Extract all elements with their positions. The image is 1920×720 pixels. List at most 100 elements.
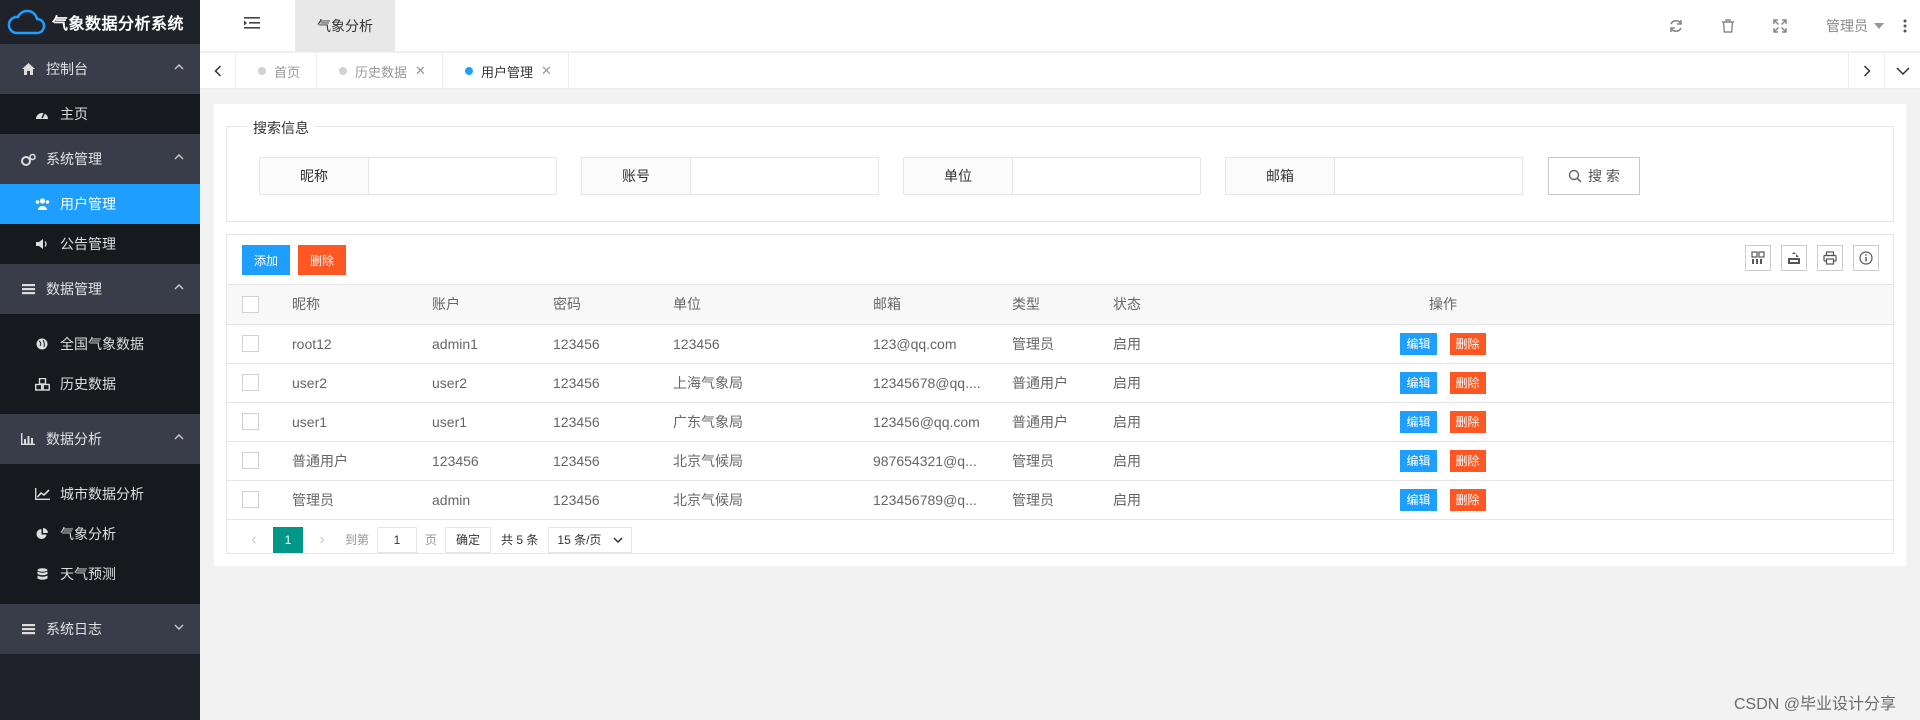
fullscreen-icon[interactable] (1754, 0, 1806, 52)
close-icon[interactable]: ✕ (415, 63, 426, 79)
refresh-icon[interactable] (1650, 0, 1702, 52)
cell-account: admin (432, 480, 553, 520)
row-checkbox[interactable] (242, 374, 259, 392)
tabs-scroll-right-icon[interactable] (1848, 53, 1884, 89)
table-row: user1 user1 123456 广东气象局 123456@qq.com 普… (227, 402, 1893, 442)
sidebar-group-logs[interactable]: 系统日志 (0, 604, 200, 654)
print-icon[interactable] (1817, 245, 1843, 271)
tab-dot (258, 67, 266, 75)
edit-button[interactable]: 编辑 (1400, 371, 1437, 394)
sidebar-item-label: 历史数据 (60, 376, 116, 392)
email-input[interactable] (1335, 157, 1523, 195)
export-icon[interactable] (1781, 245, 1807, 271)
goto-confirm-button[interactable]: 确定 (445, 526, 492, 553)
page-unit-label: 页 (425, 533, 438, 547)
col-header-unit[interactable]: 单位 (673, 285, 873, 325)
menu-toggle-icon[interactable] (244, 16, 260, 30)
row-checkbox[interactable] (242, 335, 259, 353)
page-tab-users[interactable]: 用户管理 ✕ (443, 53, 569, 89)
edit-button[interactable]: 编辑 (1400, 449, 1437, 472)
sidebar-group-console[interactable]: 控制台 (0, 44, 200, 94)
col-header-email[interactable]: 邮箱 (873, 285, 1012, 325)
row-checkbox[interactable] (242, 413, 259, 431)
header-actions: 管理员 (1650, 0, 1920, 52)
tabs-scroll-left-icon[interactable] (200, 53, 236, 89)
current-page[interactable]: 1 (273, 526, 303, 553)
logo[interactable]: 气象数据分析系统 (0, 0, 200, 44)
delete-button[interactable]: 删除 (1449, 410, 1486, 433)
edit-button[interactable]: 编辑 (1400, 488, 1437, 511)
search-button[interactable]: 搜 索 (1548, 157, 1640, 195)
sidebar-item-users[interactable]: 用户管理 (0, 184, 200, 224)
page-size-select[interactable]: 15 条/页 (548, 526, 633, 553)
col-header-status[interactable]: 状态 (1113, 285, 1233, 325)
tabs-menu-chevron-down-icon[interactable] (1884, 53, 1920, 89)
user-menu[interactable]: 管理员 (1806, 16, 1890, 36)
sidebar-item-label: 主页 (60, 106, 88, 122)
sidebar-item-label: 天气预测 (60, 566, 116, 582)
sidebar-item-national-weather[interactable]: 全国气象数据 (0, 324, 200, 364)
column-filter-icon[interactable] (1745, 245, 1771, 271)
edit-button[interactable]: 编辑 (1400, 332, 1437, 355)
select-all-checkbox[interactable] (242, 296, 259, 314)
sidebar-item-weather-analysis[interactable]: 气象分析 (0, 514, 200, 554)
col-header-nickname[interactable]: 昵称 (292, 285, 432, 325)
col-header-password[interactable]: 密码 (553, 285, 673, 325)
unit-input[interactable] (1013, 157, 1201, 195)
col-header-account[interactable]: 账户 (432, 285, 553, 325)
cubes-icon (34, 377, 50, 391)
cell-status: 启用 (1113, 402, 1233, 442)
col-header-type[interactable]: 类型 (1012, 285, 1113, 325)
table-row: root12 admin1 123456 123456 123@qq.com 管… (227, 324, 1893, 364)
field-label: 单位 (903, 157, 1013, 195)
username-label: 管理员 (1826, 18, 1868, 34)
sidebar-item-label: 城市数据分析 (60, 486, 144, 502)
nickname-input[interactable] (369, 157, 557, 195)
delete-button[interactable]: 删除 (1449, 449, 1486, 472)
page-tab-history[interactable]: 历史数据 ✕ (317, 53, 443, 89)
sidebar-item-home[interactable]: 主页 (0, 94, 200, 134)
cell-unit: 123456 (673, 324, 873, 364)
sidebar-children: 城市数据分析 气象分析 天气预测 (0, 464, 200, 604)
more-vertical-icon[interactable] (1890, 0, 1920, 52)
delete-button[interactable]: 删除 (1449, 488, 1486, 511)
gears-icon (20, 153, 36, 166)
delete-button[interactable]: 删除 (1449, 332, 1486, 355)
sidebar-item-notices[interactable]: 公告管理 (0, 224, 200, 264)
list-icon (20, 623, 36, 635)
goto-label: 到第 (345, 533, 370, 547)
page-tab-home[interactable]: 首页 (236, 53, 318, 89)
info-icon[interactable] (1853, 245, 1879, 271)
next-page-icon[interactable]: › (309, 531, 335, 549)
cell-account: user2 (432, 363, 553, 403)
cell-type: 普通用户 (1012, 363, 1113, 403)
cell-type: 管理员 (1012, 480, 1113, 520)
account-input[interactable] (691, 157, 879, 195)
edit-button[interactable]: 编辑 (1400, 410, 1437, 433)
page-tabs-bar: 首页 历史数据 ✕ 用户管理 ✕ (200, 53, 1920, 89)
prev-page-icon[interactable]: ‹ (241, 531, 267, 549)
close-icon[interactable]: ✕ (541, 63, 552, 79)
sidebar-item-forecast[interactable]: 天气预测 (0, 554, 200, 594)
row-checkbox[interactable] (242, 491, 259, 509)
cell-nickname: 管理员 (292, 480, 432, 520)
sidebar-item-city-analysis[interactable]: 城市数据分析 (0, 474, 200, 514)
trash-icon[interactable] (1702, 0, 1754, 52)
cell-type: 管理员 (1012, 441, 1113, 481)
batch-delete-button[interactable]: 删除 (298, 245, 347, 275)
chevron-up-icon (174, 434, 184, 440)
header-tab-weather-analysis[interactable]: 气象分析 (295, 0, 395, 52)
row-checkbox[interactable] (242, 452, 259, 470)
goto-page-input[interactable]: 1 (377, 526, 418, 553)
sidebar-item-history[interactable]: 历史数据 (0, 364, 200, 404)
delete-button[interactable]: 删除 (1449, 371, 1486, 394)
search-button-label: 搜 索 (1588, 168, 1620, 184)
sidebar-group-analysis[interactable]: 数据分析 (0, 414, 200, 464)
cell-type: 普通用户 (1012, 402, 1113, 442)
sidebar-group-system[interactable]: 系统管理 (0, 134, 200, 184)
cell-account: admin1 (432, 324, 553, 364)
add-button[interactable]: 添加 (242, 245, 291, 275)
sidebar-group-data[interactable]: 数据管理 (0, 264, 200, 314)
chevron-down-icon (174, 624, 184, 630)
top-header: 气象分析 管理员 (200, 0, 1920, 52)
